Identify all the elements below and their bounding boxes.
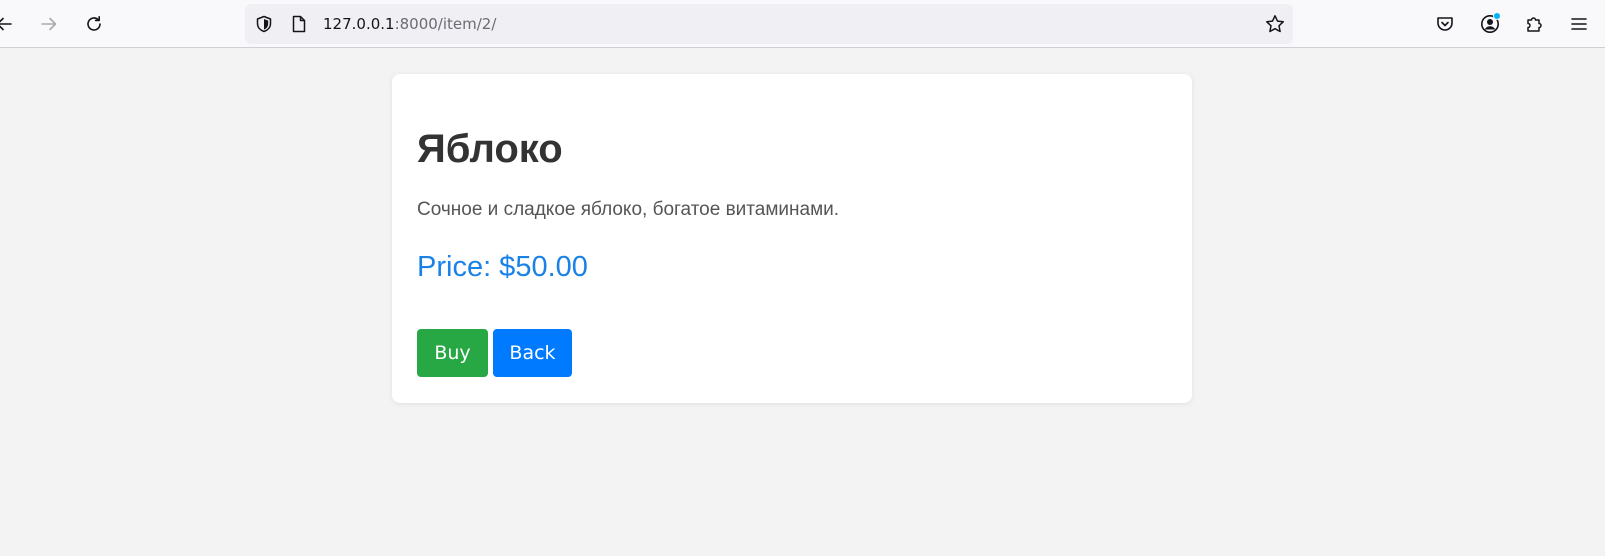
extensions-button[interactable] [1523,12,1547,36]
buy-button[interactable]: Buy [417,329,488,377]
hamburger-menu-icon [1571,18,1587,30]
address-bar[interactable]: 127.0.0.1:8000/item/2/ [245,4,1293,44]
forward-button[interactable] [33,8,65,40]
item-price: Price: $50.00 [417,251,588,283]
page-icon[interactable] [291,15,307,33]
account-button[interactable] [1478,12,1502,36]
item-description: Сочное и сладкое яблоко, богатое витамин… [417,199,840,220]
arrow-left-icon [0,17,12,31]
browser-toolbar: 127.0.0.1:8000/item/2/ [0,0,1605,48]
url-path: :8000/item/2/ [394,15,497,33]
back-button-page[interactable]: Back [493,329,572,377]
reload-icon [87,16,101,31]
back-button[interactable] [0,8,20,40]
item-card: Яблоко Сочное и сладкое яблоко, богатое … [392,74,1192,403]
notification-dot [1493,12,1501,20]
pocket-icon [1437,17,1453,31]
arrow-right-icon [41,17,57,31]
shield-icon[interactable] [255,15,273,33]
url-text[interactable]: 127.0.0.1:8000/item/2/ [323,15,496,33]
app-menu-button[interactable] [1567,12,1591,36]
reload-button[interactable] [78,8,110,40]
pocket-button[interactable] [1433,12,1457,36]
item-title: Яблоко [417,127,563,171]
star-icon[interactable] [1265,14,1285,34]
url-host: 127.0.0.1 [323,15,395,33]
puzzle-icon [1527,17,1542,32]
